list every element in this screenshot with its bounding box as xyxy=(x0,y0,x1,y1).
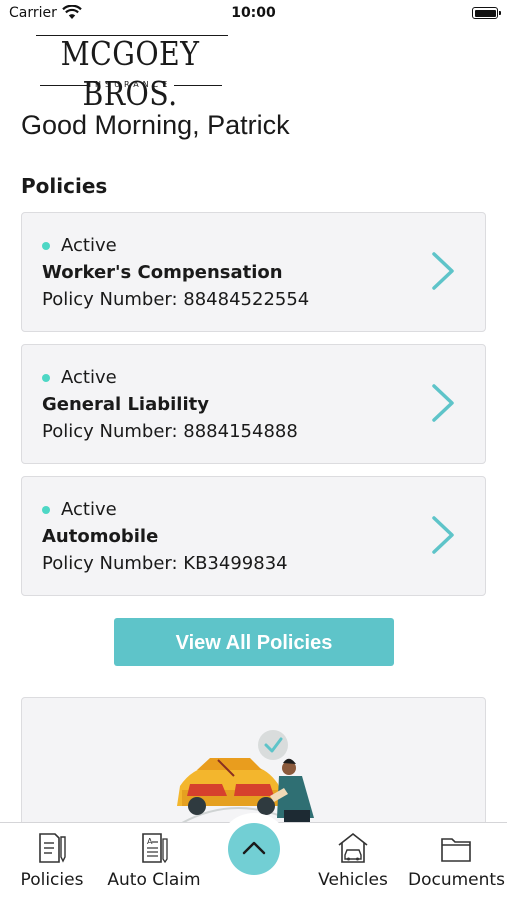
tab-policies[interactable]: Policies xyxy=(12,823,92,901)
policy-card-general-liability[interactable]: Active General Liability Policy Number: … xyxy=(21,344,486,464)
auto-claim-promo-card[interactable] xyxy=(21,697,486,827)
policy-status: Active xyxy=(42,367,117,388)
chevron-right-icon[interactable] xyxy=(429,383,457,423)
policy-status-label: Active xyxy=(61,499,117,520)
status-dot xyxy=(42,505,50,514)
logo-subtitle-row: INSURANCE xyxy=(32,78,228,92)
policy-status-label: Active xyxy=(61,367,117,388)
policy-status-label: Active xyxy=(61,235,117,256)
policy-card-automobile[interactable]: Active Automobile Policy Number: KB34998… xyxy=(21,476,486,596)
policy-number: Policy Number: 88484522554 xyxy=(42,289,310,310)
clock: 10:00 xyxy=(231,5,276,21)
tab-auto-claim[interactable]: A Auto Claim xyxy=(104,823,204,901)
policies-section-title: Policies xyxy=(21,174,108,198)
auto-claim-form-icon: A xyxy=(142,833,168,864)
car-repair-illustration xyxy=(177,730,314,824)
logo-rule-right xyxy=(174,85,222,86)
logo-name: MCGOEY BROS. xyxy=(60,34,200,113)
policy-card-workers-compensation[interactable]: Active Worker's Compensation Policy Numb… xyxy=(21,212,486,332)
greeting: Good Morning, Patrick xyxy=(21,110,290,140)
policy-name: Worker's Compensation xyxy=(42,262,283,283)
policy-name: General Liability xyxy=(42,394,209,415)
expand-menu-button[interactable] xyxy=(228,823,280,875)
policy-status: Active xyxy=(42,499,117,520)
battery-icon xyxy=(472,7,501,19)
tab-label: Vehicles xyxy=(318,870,388,890)
status-dot xyxy=(42,373,50,382)
tab-vehicles[interactable]: Vehicles xyxy=(313,823,393,901)
status-dot xyxy=(42,241,50,250)
view-all-policies-button[interactable]: View All Policies xyxy=(114,618,394,666)
tab-label: Documents xyxy=(408,870,505,890)
policy-number: Policy Number: 8884154888 xyxy=(42,421,298,442)
folder-icon xyxy=(441,838,471,862)
policy-number: Policy Number: KB3499834 xyxy=(42,553,288,574)
vehicle-garage-icon xyxy=(338,832,368,863)
company-logo: MCGOEY BROS. INSURANCE xyxy=(32,34,228,113)
tab-documents[interactable]: Documents xyxy=(408,823,505,901)
tab-label: Auto Claim xyxy=(107,870,201,890)
chevron-right-icon[interactable] xyxy=(429,515,457,555)
status-bar: Carrier 10:00 xyxy=(0,0,507,28)
policy-status: Active xyxy=(42,235,117,256)
chevron-up-icon xyxy=(242,841,266,855)
tab-label: Policies xyxy=(20,870,84,890)
policies-document-icon xyxy=(39,833,66,863)
policy-name: Automobile xyxy=(42,526,159,547)
chevron-right-icon[interactable] xyxy=(429,251,457,291)
